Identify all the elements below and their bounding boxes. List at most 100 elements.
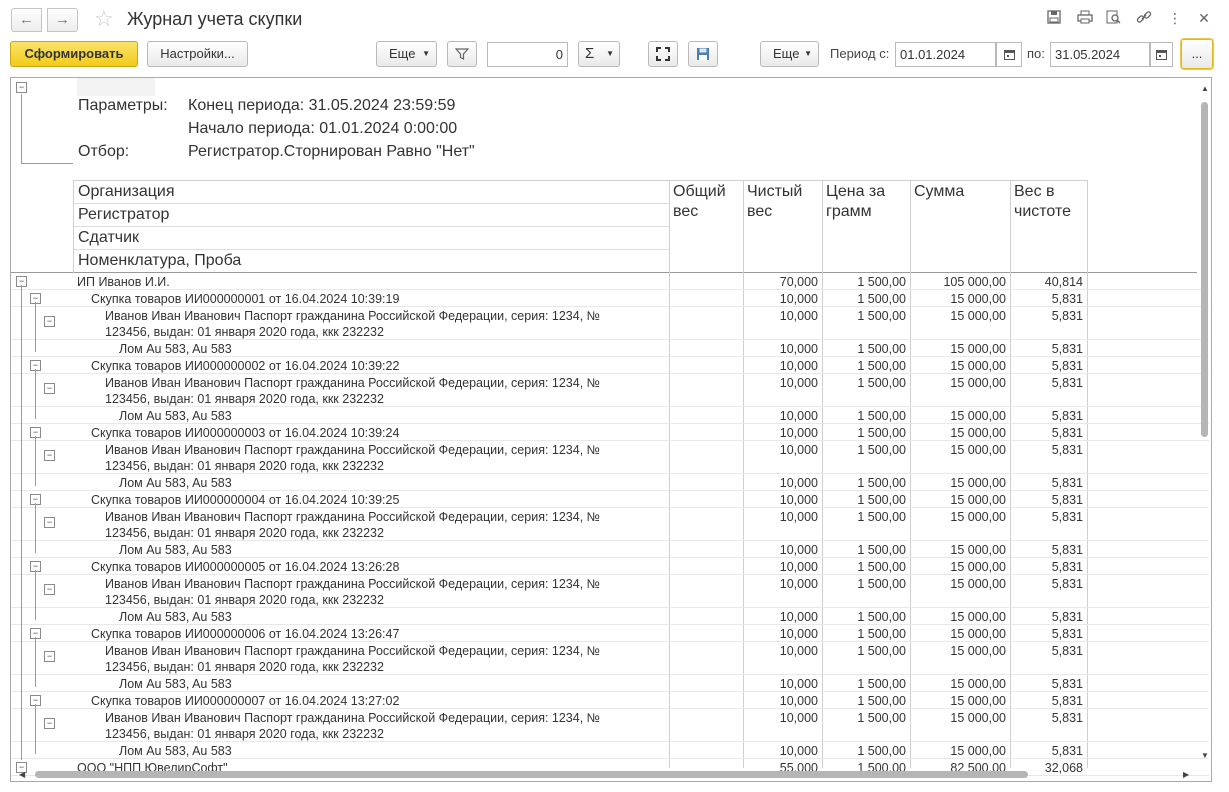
- report-row-level-1[interactable]: Скупка товаров ИИ000000003 от 16.04.2024…: [11, 424, 1209, 441]
- cell-pure-weight: 5,831: [1051, 627, 1083, 641]
- period-to-calendar-button[interactable]: [1150, 42, 1173, 67]
- cell-net-weight: 10,000: [779, 376, 818, 390]
- report-row-level-2[interactable]: Иванов Иван Иванович Паспорт гражданина …: [11, 575, 1209, 608]
- more-vertical-icon[interactable]: ⋮: [1166, 10, 1184, 27]
- report-row-level-2[interactable]: Иванов Иван Иванович Паспорт гражданина …: [11, 508, 1209, 541]
- scroll-up-icon[interactable]: ▲: [1201, 84, 1209, 93]
- horizontal-scroll-thumb[interactable]: [35, 771, 1028, 778]
- settings-button[interactable]: Настройки...: [147, 41, 248, 67]
- collapse-toggle-icon[interactable]: −: [44, 584, 55, 595]
- report-row-level-3[interactable]: Лом Au 583, Au 583 10,000 1 500,00 15 000,0…: [11, 407, 1209, 424]
- report-row-level-3[interactable]: Лом Au 583, Au 583 10,000 1 500,00 15 000,0…: [11, 742, 1209, 759]
- report-row-level-3[interactable]: Лом Au 583, Au 583 10,000 1 500,00 15 000,0…: [11, 541, 1209, 558]
- cell-net-weight: 10,000: [779, 510, 818, 524]
- param-start-period: Начало периода: 01.01.2024 0:00:00: [188, 120, 458, 137]
- more-label: Еще: [389, 46, 416, 61]
- cell-sum: 105 000,00: [943, 275, 1006, 289]
- save-icon[interactable]: [1045, 10, 1063, 27]
- cell-pure-weight: 5,831: [1051, 711, 1083, 725]
- arrow-left-icon: ←: [19, 11, 34, 28]
- cell-pure-weight: 5,831: [1051, 409, 1083, 423]
- print-icon[interactable]: [1076, 10, 1094, 27]
- generate-button[interactable]: Сформировать: [10, 41, 138, 67]
- report-row-level-1[interactable]: Скупка товаров ИИ000000001 от 16.04.2024…: [11, 290, 1209, 307]
- row-name: Скупка товаров ИИ000000002 от 16.04.2024…: [91, 359, 400, 373]
- report-row-level-2[interactable]: Иванов Иван Иванович Паспорт гражданина …: [11, 441, 1209, 474]
- period-to-input[interactable]: 31.05.2024: [1050, 42, 1150, 67]
- save-report-button[interactable]: [688, 41, 718, 67]
- more-menu-button-2[interactable]: Еще ▼: [760, 41, 819, 67]
- row-name: Лом Au 583, Au 583: [119, 744, 232, 758]
- collapse-toggle-icon[interactable]: −: [44, 383, 55, 394]
- cell-net-weight: 10,000: [779, 309, 818, 323]
- period-select-button[interactable]: ...: [1181, 39, 1213, 69]
- row-name: Иванов Иван Иванович Паспорт гражданина …: [105, 510, 601, 524]
- row-name: Скупка товаров ИИ000000005 от 16.04.2024…: [91, 560, 400, 574]
- collapse-toggle-icon[interactable]: −: [44, 718, 55, 729]
- scroll-down-icon[interactable]: ▼: [1201, 751, 1209, 760]
- cell-sum: 15 000,00: [950, 744, 1006, 758]
- cell-price-per-gram: 1 500,00: [857, 744, 906, 758]
- cell-pure-weight: 5,831: [1051, 577, 1083, 591]
- report-row-level-1[interactable]: Скупка товаров ИИ000000004 от 16.04.2024…: [11, 491, 1209, 508]
- report-row-level-3[interactable]: Лом Au 583, Au 583 10,000 1 500,00 15 000,0…: [11, 608, 1209, 625]
- filter-button[interactable]: [447, 41, 477, 67]
- collapse-toggle-icon[interactable]: −: [44, 651, 55, 662]
- collapse-toggle-icon[interactable]: −: [44, 450, 55, 461]
- report-row-level-2[interactable]: Иванов Иван Иванович Паспорт гражданина …: [11, 374, 1209, 407]
- report-row-level-0[interactable]: ИП Иванов И.И. 70,000 1 500,00 105 000,00 40…: [11, 273, 1209, 290]
- report-row-level-2[interactable]: Иванов Иван Иванович Паспорт гражданина …: [11, 307, 1209, 340]
- vertical-scrollbar[interactable]: ▲ ▼: [1198, 78, 1211, 768]
- report-row-level-3[interactable]: Лом Au 583, Au 583 10,000 1 500,00 15 000,0…: [11, 340, 1209, 357]
- cell-price-per-gram: 1 500,00: [857, 677, 906, 691]
- fullscreen-button[interactable]: [648, 41, 678, 67]
- collapse-toggle-icon[interactable]: −: [44, 316, 55, 327]
- report-row-level-1[interactable]: Скупка товаров ИИ000000007 от 16.04.2024…: [11, 692, 1209, 709]
- cell-net-weight: 10,000: [779, 443, 818, 457]
- filter-label: Отбор:: [78, 143, 130, 160]
- close-icon[interactable]: ✕: [1195, 10, 1213, 27]
- horizontal-scrollbar[interactable]: ◀ ▶: [11, 768, 1211, 781]
- link-icon[interactable]: [1135, 10, 1153, 27]
- cell-sum: 15 000,00: [950, 644, 1006, 658]
- cell-price-per-gram: 1 500,00: [857, 376, 906, 390]
- collapse-params-toggle[interactable]: −: [16, 82, 27, 93]
- cell-net-weight: 10,000: [779, 543, 818, 557]
- cell-sum: 15 000,00: [950, 476, 1006, 490]
- scroll-right-icon[interactable]: ▶: [1183, 770, 1189, 779]
- report-row-level-1[interactable]: Скупка товаров ИИ000000006 от 16.04.2024…: [11, 625, 1209, 642]
- cell-pure-weight: 5,831: [1051, 342, 1083, 356]
- cell-sum: 15 000,00: [950, 560, 1006, 574]
- vertical-scroll-thumb[interactable]: [1201, 102, 1208, 437]
- report-spreadsheet[interactable]: − Параметры: Конец периода: 31.05.2024 2…: [10, 77, 1212, 782]
- cell-pure-weight: 5,831: [1051, 476, 1083, 490]
- counter-field[interactable]: 0: [487, 42, 568, 67]
- period-from-input[interactable]: 01.01.2024: [895, 42, 996, 67]
- cell-net-weight: 10,000: [779, 359, 818, 373]
- cell-price-per-gram: 1 500,00: [857, 292, 906, 306]
- favorite-star-icon[interactable]: ☆: [94, 6, 114, 32]
- cell-price-per-gram: 1 500,00: [857, 426, 906, 440]
- cell-net-weight: 10,000: [779, 426, 818, 440]
- back-button[interactable]: ←: [11, 8, 42, 32]
- collapse-toggle-icon[interactable]: −: [44, 517, 55, 528]
- report-row-level-2[interactable]: Иванов Иван Иванович Паспорт гражданина …: [11, 709, 1209, 742]
- report-row-level-2[interactable]: Иванов Иван Иванович Паспорт гражданина …: [11, 642, 1209, 675]
- scroll-left-icon[interactable]: ◀: [19, 770, 25, 779]
- row-name-continued: 123456, выдан: 01 января 2020 года, ккк …: [105, 392, 384, 406]
- report-row-level-3[interactable]: Лом Au 583, Au 583 10,000 1 500,00 15 000,0…: [11, 474, 1209, 491]
- report-row-level-1[interactable]: Скупка товаров ИИ000000005 от 16.04.2024…: [11, 558, 1209, 575]
- cell-pure-weight: 5,831: [1051, 376, 1083, 390]
- forward-button[interactable]: →: [47, 8, 78, 32]
- cell-pure-weight: 5,831: [1051, 493, 1083, 507]
- preview-icon[interactable]: [1105, 10, 1123, 28]
- report-row-level-1[interactable]: Скупка товаров ИИ000000002 от 16.04.2024…: [11, 357, 1209, 374]
- more-menu-button[interactable]: Еще ▼: [376, 41, 437, 67]
- sum-menu-button[interactable]: Σ ▼: [578, 41, 620, 67]
- cell-pure-weight: 5,831: [1051, 359, 1083, 373]
- arrow-right-icon: →: [55, 11, 70, 28]
- period-from-calendar-button[interactable]: [996, 42, 1022, 67]
- row-name: Иванов Иван Иванович Паспорт гражданина …: [105, 644, 601, 658]
- report-row-level-3[interactable]: Лом Au 583, Au 583 10,000 1 500,00 15 000,0…: [11, 675, 1209, 692]
- cell-price-per-gram: 1 500,00: [857, 644, 906, 658]
